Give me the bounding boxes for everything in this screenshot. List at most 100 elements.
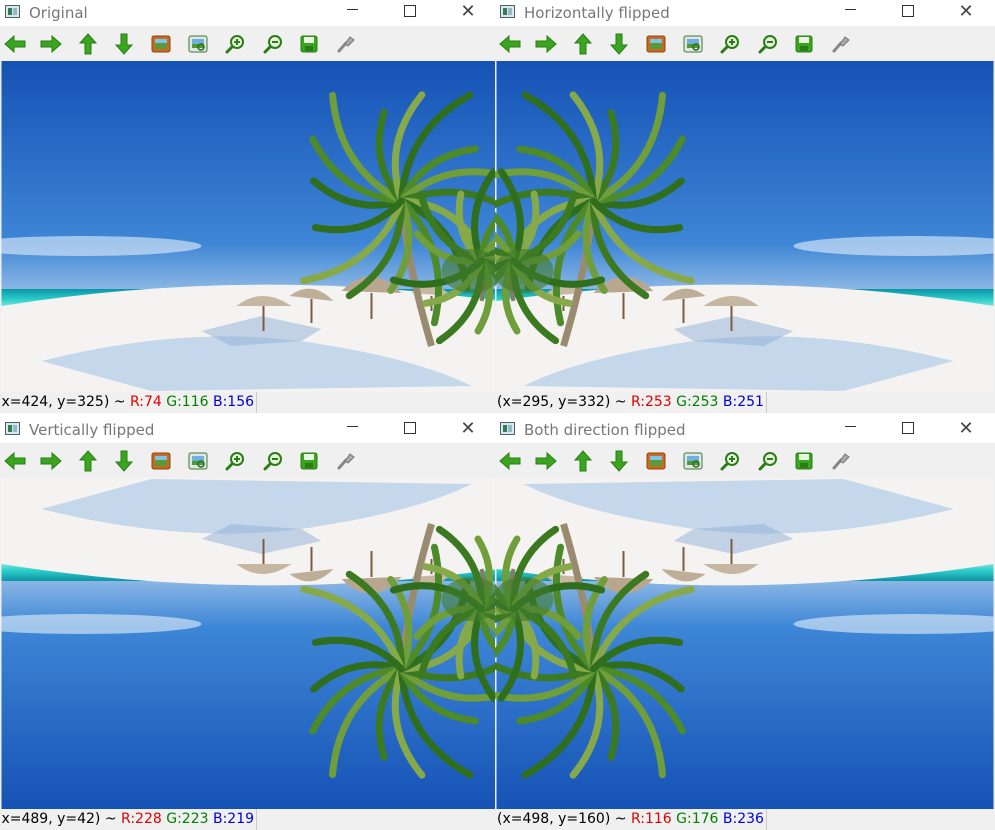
zoom-fit-icon[interactable]	[645, 450, 667, 472]
pan-left-icon[interactable]	[499, 450, 521, 472]
pan-down-icon[interactable]	[608, 33, 630, 55]
app-window-icon	[5, 5, 20, 18]
title-bar[interactable]: Original ✕	[0, 0, 497, 26]
window-title: Original	[29, 4, 88, 22]
pan-left-icon[interactable]	[4, 33, 26, 55]
pixel-blue-value: B:251	[723, 394, 764, 410]
title-bar[interactable]: Both direction flipped ✕	[495, 417, 995, 443]
properties-icon[interactable]	[830, 33, 852, 55]
zoom-fit-icon[interactable]	[645, 33, 667, 55]
status-bar: (x=295, y=332) ~ R:253 G:253 B:251	[497, 392, 995, 413]
zoom-region-icon[interactable]	[682, 33, 704, 55]
zoom-fit-icon[interactable]	[150, 450, 172, 472]
toolbar	[495, 443, 995, 478]
maximize-button[interactable]	[381, 0, 439, 26]
save-icon[interactable]	[793, 33, 815, 55]
window-horizontally-flipped[interactable]: Horizontally flipped ✕	[495, 0, 995, 413]
properties-icon[interactable]	[830, 450, 852, 472]
minimize-button[interactable]	[821, 0, 879, 26]
properties-icon[interactable]	[335, 33, 357, 55]
close-button[interactable]: ✕	[439, 0, 497, 26]
pan-down-icon[interactable]	[113, 450, 135, 472]
cursor-coordinates: (x=295, y=332) ~	[497, 394, 626, 410]
pixel-red-value: R:253	[631, 394, 672, 410]
maximize-button[interactable]	[879, 417, 937, 443]
pixel-blue-value: B:219	[213, 811, 254, 827]
pixel-blue-value: B:236	[723, 811, 764, 827]
pixel-green-value: G:223	[166, 811, 208, 827]
image-view[interactable]	[495, 61, 995, 392]
pixel-red-value: R:228	[121, 811, 162, 827]
zoom-in-icon[interactable]	[224, 450, 246, 472]
pan-right-icon[interactable]	[535, 450, 557, 472]
cursor-coordinates: (x=424, y=325) ~	[0, 394, 125, 410]
cursor-coordinates: (x=498, y=160) ~	[497, 811, 626, 827]
window-title: Vertically flipped	[29, 421, 154, 439]
window-title: Horizontally flipped	[524, 4, 670, 22]
toolbar	[0, 26, 497, 61]
cursor-coordinates: (x=489, y=42) ~	[0, 811, 117, 827]
save-icon[interactable]	[793, 450, 815, 472]
pan-up-icon[interactable]	[77, 450, 99, 472]
pixel-blue-value: B:156	[213, 394, 254, 410]
image-view[interactable]	[0, 478, 497, 809]
zoom-in-icon[interactable]	[719, 450, 741, 472]
status-bar: (x=489, y=42) ~ R:228 G:223 B:219	[0, 809, 497, 830]
save-icon[interactable]	[298, 450, 320, 472]
zoom-in-icon[interactable]	[224, 33, 246, 55]
pan-up-icon[interactable]	[572, 33, 594, 55]
pixel-red-value: R:116	[631, 811, 672, 827]
zoom-fit-icon[interactable]	[150, 33, 172, 55]
pan-down-icon[interactable]	[113, 33, 135, 55]
toolbar	[495, 26, 995, 61]
zoom-out-icon[interactable]	[757, 33, 779, 55]
minimize-button[interactable]	[821, 417, 879, 443]
app-window-icon	[500, 5, 515, 18]
zoom-region-icon[interactable]	[187, 33, 209, 55]
window-title: Both direction flipped	[524, 421, 686, 439]
image-canvas[interactable]	[495, 61, 995, 392]
close-button[interactable]: ✕	[937, 0, 995, 26]
close-button[interactable]: ✕	[937, 417, 995, 443]
zoom-out-icon[interactable]	[757, 450, 779, 472]
title-bar[interactable]: Horizontally flipped ✕	[495, 0, 995, 26]
zoom-out-icon[interactable]	[262, 450, 284, 472]
window-vertically-flipped[interactable]: Vertically flipped ✕	[0, 417, 497, 830]
save-icon[interactable]	[298, 33, 320, 55]
zoom-out-icon[interactable]	[262, 33, 284, 55]
image-canvas[interactable]	[0, 61, 497, 392]
pixel-green-value: G:176	[676, 811, 718, 827]
close-button[interactable]: ✕	[439, 417, 497, 443]
image-canvas[interactable]	[495, 478, 995, 809]
pan-up-icon[interactable]	[77, 33, 99, 55]
image-view[interactable]	[0, 61, 497, 392]
toolbar	[0, 443, 497, 478]
window-original[interactable]: Original ✕	[0, 0, 497, 413]
zoom-region-icon[interactable]	[187, 450, 209, 472]
pan-left-icon[interactable]	[4, 450, 26, 472]
status-bar: (x=424, y=325) ~ R:74 G:116 B:156	[0, 392, 497, 413]
app-window-icon	[500, 422, 515, 435]
minimize-button[interactable]	[323, 417, 381, 443]
image-view[interactable]	[495, 478, 995, 809]
pixel-green-value: G:116	[166, 394, 208, 410]
zoom-region-icon[interactable]	[682, 450, 704, 472]
pixel-red-value: R:74	[130, 394, 162, 410]
pan-up-icon[interactable]	[572, 450, 594, 472]
pan-right-icon[interactable]	[535, 33, 557, 55]
maximize-button[interactable]	[381, 417, 439, 443]
pan-left-icon[interactable]	[499, 33, 521, 55]
window-both-flipped[interactable]: Both direction flipped ✕	[495, 417, 995, 830]
maximize-button[interactable]	[879, 0, 937, 26]
pan-down-icon[interactable]	[608, 450, 630, 472]
title-bar[interactable]: Vertically flipped ✕	[0, 417, 497, 443]
pan-right-icon[interactable]	[40, 450, 62, 472]
status-bar: (x=498, y=160) ~ R:116 G:176 B:236	[497, 809, 995, 830]
pixel-green-value: G:253	[676, 394, 718, 410]
pan-right-icon[interactable]	[40, 33, 62, 55]
image-canvas[interactable]	[0, 478, 497, 809]
app-window-icon	[5, 422, 20, 435]
zoom-in-icon[interactable]	[719, 33, 741, 55]
properties-icon[interactable]	[335, 450, 357, 472]
minimize-button[interactable]	[323, 0, 381, 26]
